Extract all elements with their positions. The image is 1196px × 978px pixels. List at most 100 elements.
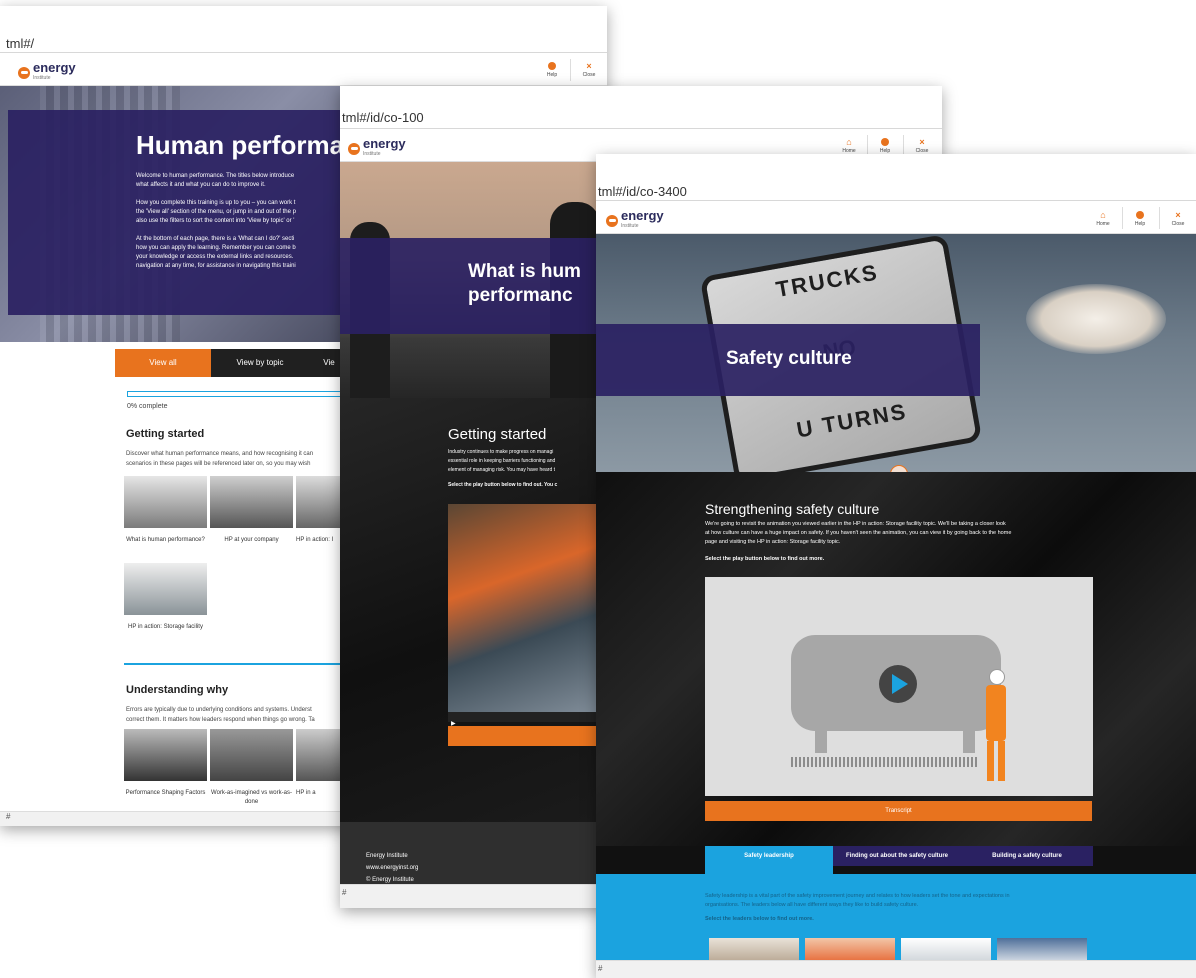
video-player[interactable]: ▶ [448,504,602,727]
close-label: Close [582,72,596,78]
card-hp-in-action[interactable]: HP in action: I [296,536,346,545]
leader-card[interactable] [805,938,895,962]
transcript-button[interactable] [448,726,602,746]
section-text-line: Discover what human performance means, a… [126,451,314,457]
url-text[interactable]: tml#/id/co-3400 [598,184,687,199]
tab-view-by-topic[interactable]: View by topic [211,349,309,377]
section-divider [124,663,347,665]
leader-card[interactable] [709,938,799,962]
worker-illustration [983,669,1009,789]
section-title-understanding-why: Understanding why [126,684,229,696]
energy-institute-logo[interactable]: energy Institute [348,137,406,159]
progress-label: 0% complete [127,403,168,410]
header-divider [570,59,571,81]
tab-finding-out-safety-culture[interactable]: Finding out about the safety culture [833,846,961,866]
footer-org: Energy Institute [366,853,408,859]
close-icon: × [1175,210,1181,220]
tab-view-all[interactable]: View all [115,349,211,377]
card-thumbnail[interactable] [296,476,346,528]
section-text-line: Errors are typically due to underlying c… [126,707,312,713]
status-bar: # [596,960,1196,978]
video-controls[interactable]: ▶ [448,712,602,727]
energy-institute-logo[interactable]: energy Institute [18,61,76,83]
play-button[interactable] [879,665,917,703]
card-hp-at-company[interactable]: HP at your company [210,536,293,545]
help-button[interactable]: Help [871,138,899,154]
section-text: We're going to revisit the animation you… [705,520,1185,564]
close-icon: × [919,137,925,147]
help-icon [881,138,889,146]
page-title: Safety culture [726,348,852,369]
footer: Energy Institute www.energyinst.org © En… [340,822,602,884]
call-to-action: Select the play button below to find out… [705,556,825,562]
address-bar[interactable]: tml#/ [0,6,607,53]
card-thumbnail[interactable] [296,729,346,781]
close-button[interactable]: × Close [575,61,603,79]
card-thumbnail[interactable] [124,476,207,528]
energy-institute-logo[interactable]: energy Institute [606,209,664,231]
address-bar[interactable]: tml#/id/co-3400 [596,154,1196,201]
hero-band: What is hum performanc [340,238,602,334]
page-title: Human performan [136,130,360,160]
card-hp-in-action-2[interactable]: HP in a [296,789,346,798]
card-thumbnail[interactable] [124,563,207,615]
section-text-line: element of managing risk. You may have h… [448,467,556,473]
logo-mark-icon [348,143,360,155]
card-hp-storage-facility[interactable]: HP in action: Storage facility [124,623,207,632]
status-text: # [6,812,11,821]
url-text[interactable]: tml#/ [6,36,34,51]
header-divider [1159,207,1160,229]
page-title: What is hum performanc [468,260,581,308]
hero-band: Safety culture [596,324,980,396]
progress-bar [127,391,348,397]
browser-window-co-3400: tml#/id/co-3400 energy Institute ⌂ Home He… [596,154,1196,978]
tank-leg [815,731,827,753]
section-text-line: essential role in keeping barriers funct… [448,458,556,464]
address-bar[interactable]: tml#/id/co-100 [340,86,942,129]
home-icon: ⌂ [846,137,852,147]
home-label: Home [1096,221,1110,227]
play-icon [892,674,908,694]
grate [791,757,979,767]
help-button[interactable]: Help [538,62,566,78]
tank-leg [963,731,975,753]
leader-card[interactable] [997,938,1087,962]
tab-building-safety-culture[interactable]: Building a safety culture [961,846,1093,866]
page-title-line: performanc [468,285,573,306]
home-button[interactable]: ⌂ Home [1089,211,1117,228]
app-header: energy Institute Help × Close [0,53,607,86]
card-thumbnail[interactable] [210,729,293,781]
card-work-as-imagined[interactable]: Work-as-imagined vs work-as-done [210,789,293,807]
card-thumbnail[interactable] [210,476,293,528]
section-text: Safety leadership is a vital part of the… [705,892,1010,924]
help-icon [548,62,556,70]
page-title-line: What is hum [468,261,581,282]
help-icon [1136,211,1144,219]
section-text: Discover what human performance means, a… [126,449,313,469]
card-what-is-hp[interactable]: What is human performance? [124,536,207,545]
cloud [1026,284,1166,354]
section-title: Getting started [448,426,547,443]
video-player[interactable] [705,577,1093,796]
home-button[interactable]: ⌂ Home [835,137,863,155]
close-icon: × [586,61,592,71]
status-text: # [598,964,603,973]
footer-link[interactable]: www.energyinst.org [366,862,418,874]
sign-text: TRUCKS [773,259,881,303]
call-to-action: Select the play button below to find out… [448,482,558,488]
card-thumbnail[interactable] [124,729,207,781]
leader-card[interactable] [901,938,991,962]
transcript-button[interactable]: Transcript [705,801,1092,821]
close-button[interactable]: × Close [1164,210,1192,228]
section-text-line: Safety leadership is a vital part of the… [705,893,1010,899]
close-button[interactable]: × Close [908,137,936,155]
help-label: Help [1134,221,1146,227]
call-to-action: Select the leaders below to find out mor… [705,916,814,922]
help-button[interactable]: Help [1126,211,1154,227]
close-label: Close [1171,221,1185,227]
section-text-line: organisations. The leaders below all hav… [705,902,919,908]
url-text[interactable]: tml#/id/co-100 [342,110,424,125]
tab-safety-leadership[interactable]: Safety leadership [705,846,833,874]
logo-mark-icon [606,215,618,227]
card-performance-shaping-factors[interactable]: Performance Shaping Factors [124,789,207,798]
